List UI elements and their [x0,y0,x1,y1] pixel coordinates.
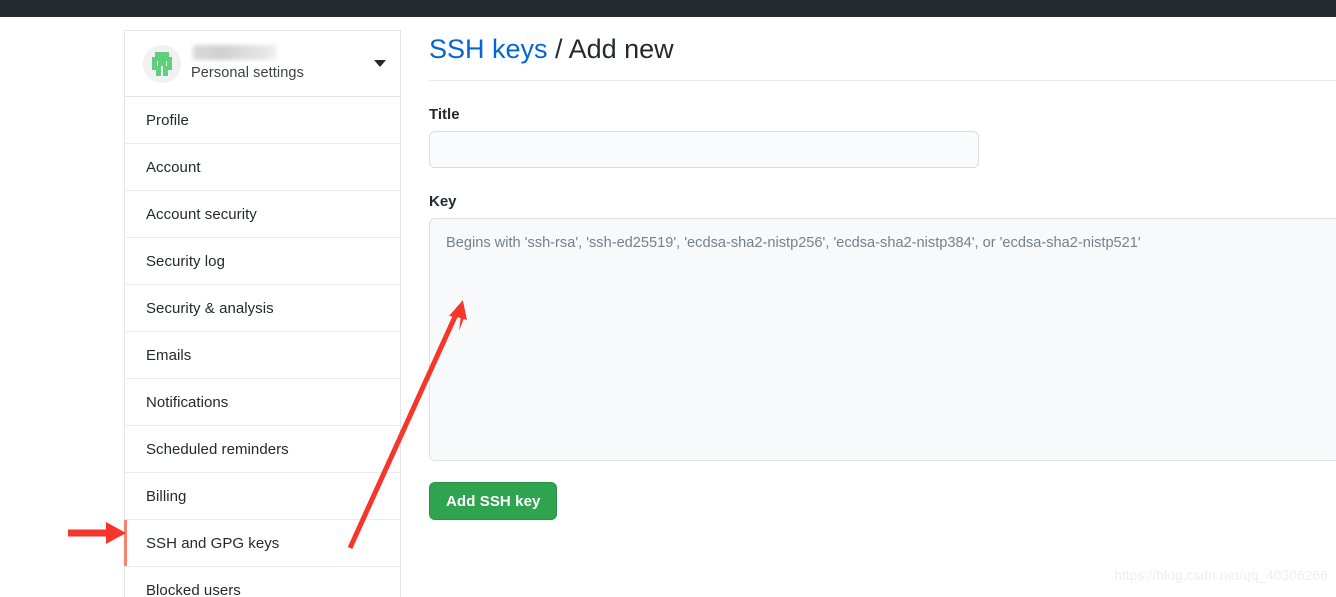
sidebar-item-security-log[interactable]: Security log [125,238,400,285]
sidebar-item-security-and-analysis[interactable]: Security & analysis [125,285,400,332]
key-textarea[interactable] [429,218,1336,461]
sidebar-item-profile[interactable]: Profile [125,97,400,144]
profile-switcher[interactable]: Personal settings [125,31,400,97]
title-input[interactable] [429,131,979,168]
title-field-label: Title [429,106,460,123]
chevron-down-icon[interactable] [374,60,386,67]
key-field-label: Key [429,193,457,210]
sidebar-item-emails[interactable]: Emails [125,332,400,379]
sidebar-item-account[interactable]: Account [125,144,400,191]
sidebar-item-notifications[interactable]: Notifications [125,379,400,426]
settings-sidebar: Personal settings Profile Account Accoun… [124,30,401,597]
page-title: SSH keys / Add new [429,30,1336,81]
page-root: Personal settings Profile Account Accoun… [0,0,1336,597]
arrow-to-ssh-and-gpg-keys [68,522,126,544]
profile-subtitle: Personal settings [191,65,304,81]
sidebar-item-ssh-and-gpg-keys[interactable]: SSH and GPG keys [124,520,400,567]
watermark-text: https://blog.csdn.net/qq_40306266 [1114,568,1328,583]
sidebar-item-scheduled-reminders[interactable]: Scheduled reminders [125,426,400,473]
add-ssh-key-button[interactable]: Add SSH key [429,482,558,520]
breadcrumb-current: Add new [568,34,674,64]
identicon-avatar [143,44,181,83]
sidebar-item-billing[interactable]: Billing [125,473,400,520]
sidebar-item-account-security[interactable]: Account security [125,191,400,238]
ssh-keys-breadcrumb-link[interactable]: SSH keys [429,34,548,64]
sidebar-item-blocked-users[interactable]: Blocked users [125,567,400,597]
profile-text: Personal settings [191,45,366,82]
breadcrumb-separator: / [547,34,569,64]
global-header-bar [0,0,1336,17]
main-content: SSH keys / Add new Title Key Add SSH key [429,30,1336,520]
username-redacted [193,45,277,60]
